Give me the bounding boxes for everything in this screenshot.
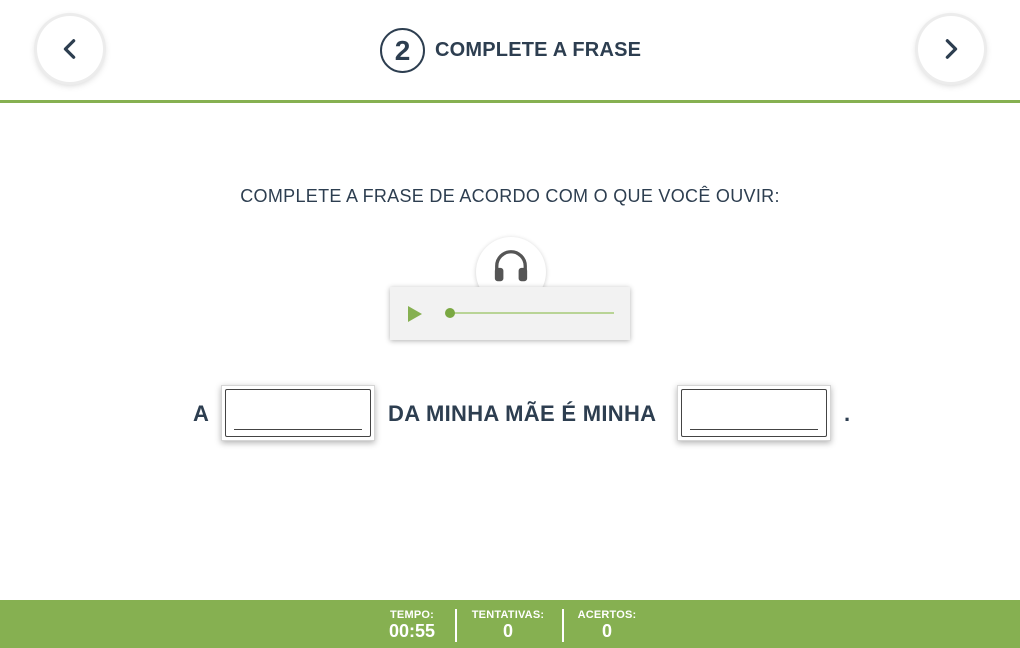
headphones-icon: [494, 250, 528, 282]
attempts-stat: TENTATIVAS: 0: [469, 609, 547, 641]
hits-value: 0: [601, 621, 612, 641]
footer-divider: [562, 609, 564, 642]
footer-divider: [455, 609, 457, 642]
previous-button[interactable]: [37, 16, 103, 82]
audio-progress-bar[interactable]: [445, 308, 614, 318]
page-title: COMPLETE A FRASE: [435, 39, 642, 61]
exercise-page: 2 COMPLETE A FRASE COMPLETE A FRASE DE A…: [0, 0, 1020, 648]
step-number: 2: [380, 28, 425, 73]
chevron-left-icon: [63, 39, 76, 59]
audio-player: [390, 287, 630, 340]
sentence-middle-text: DA MINHA MÃE É MINHA: [388, 401, 657, 426]
answer-blank-line: [690, 429, 818, 430]
sentence-word-a: A: [193, 401, 210, 426]
sentence: A DA MINHA MÃE É MINHA .: [0, 385, 1020, 443]
answer-blank-2[interactable]: [677, 385, 831, 441]
chevron-right-icon: [945, 39, 958, 59]
step-heading: 2 COMPLETE A FRASE: [380, 28, 641, 73]
answer-blank-1[interactable]: [221, 385, 375, 441]
play-icon[interactable]: [406, 304, 424, 324]
status-footer: TEMPO: 00:55 TENTATIVAS: 0 ACERTOS: 0: [0, 600, 1020, 648]
audio-progress-knob[interactable]: [445, 308, 455, 318]
attempts-value: 0: [502, 621, 513, 641]
sentence-period: .: [844, 401, 851, 426]
time-value: 00:55: [388, 621, 436, 641]
answer-blank-line: [234, 429, 362, 430]
time-stat: TEMPO: 00:55: [382, 609, 442, 641]
instruction-text: COMPLETE A FRASE DE ACORDO COM O QUE VOC…: [240, 186, 780, 206]
next-button[interactable]: [918, 16, 984, 82]
time-label: TEMPO:: [390, 609, 434, 621]
hits-stat: ACERTOS: 0: [575, 609, 639, 641]
header: 2 COMPLETE A FRASE: [0, 0, 1020, 103]
hits-label: ACERTOS:: [577, 609, 637, 621]
attempts-label: TENTATIVAS:: [471, 609, 545, 621]
